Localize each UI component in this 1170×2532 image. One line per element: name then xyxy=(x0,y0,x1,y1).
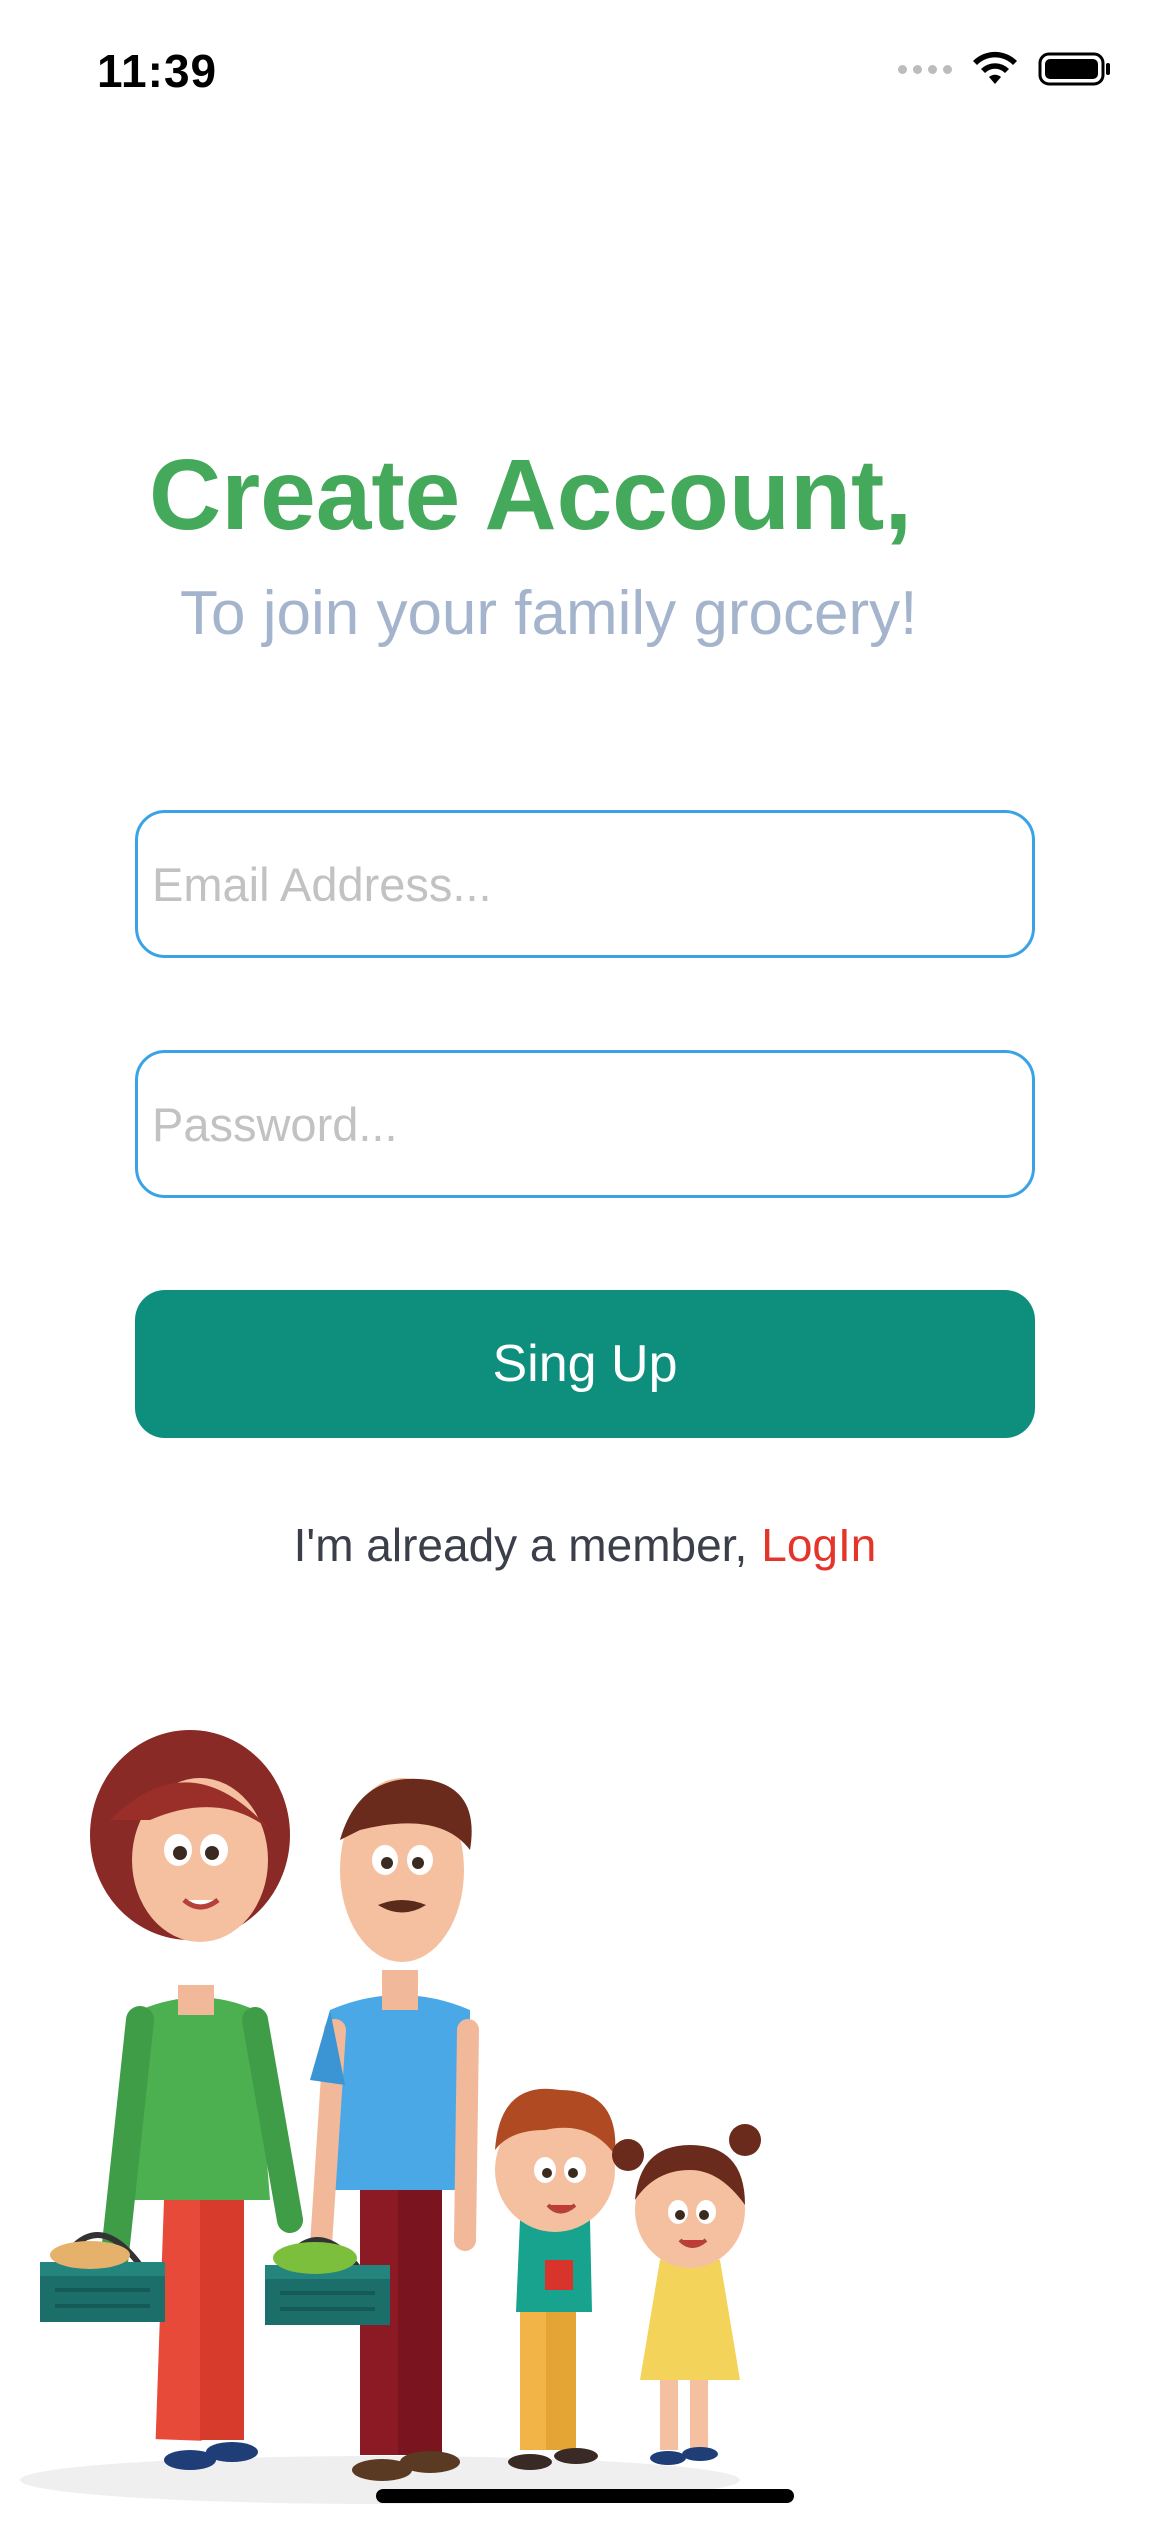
wifi-icon xyxy=(973,51,1017,84)
boy-figure xyxy=(495,2088,616,2470)
page-title: Create Account, xyxy=(149,439,913,551)
signup-button[interactable]: Sing Up xyxy=(135,1290,1035,1438)
father-figure xyxy=(309,1778,479,2481)
signal-dots-icon xyxy=(898,64,952,74)
status-icons xyxy=(898,50,1112,88)
email-field[interactable] xyxy=(135,810,1035,958)
page-subtitle: To join your family grocery! xyxy=(180,579,918,648)
mother-figure xyxy=(90,1730,303,2470)
password-input[interactable] xyxy=(152,1096,1018,1152)
girl-figure xyxy=(612,2124,761,2465)
basket-left xyxy=(40,2232,165,2322)
login-link[interactable]: LogIn xyxy=(761,1519,876,1571)
status-time: 11:39 xyxy=(97,45,218,97)
email-input[interactable] xyxy=(152,856,1018,912)
member-text: I'm already a member, xyxy=(293,1519,748,1571)
battery-icon xyxy=(1038,52,1110,86)
login-prompt: I'm already a member, LogIn xyxy=(0,1518,1170,1572)
password-field[interactable] xyxy=(135,1050,1035,1198)
family-shopping-illustration xyxy=(20,1730,761,2504)
home-indicator[interactable] xyxy=(376,2489,794,2503)
status-bar: 11:39 xyxy=(0,0,1170,140)
